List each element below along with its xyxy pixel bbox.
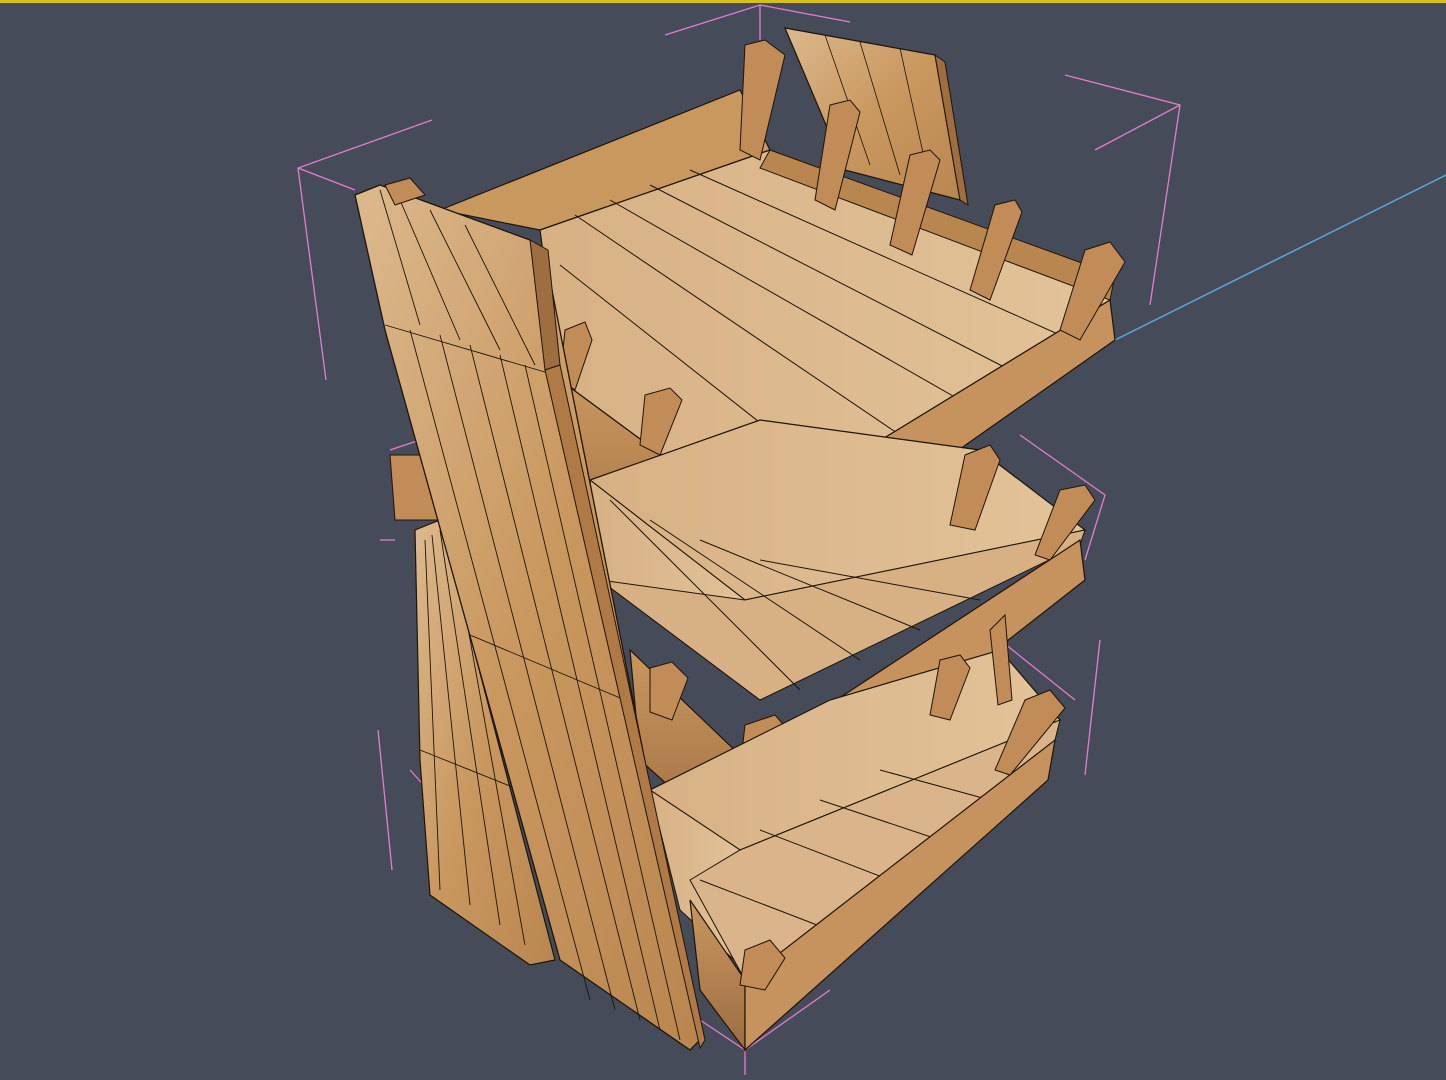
3d-viewport[interactable] [0, 0, 1446, 1080]
scene-canvas [297, 4, 1446, 1075]
bottom-shelf-tray [648, 649, 1066, 1052]
world-x-axis [1094, 174, 1446, 351]
